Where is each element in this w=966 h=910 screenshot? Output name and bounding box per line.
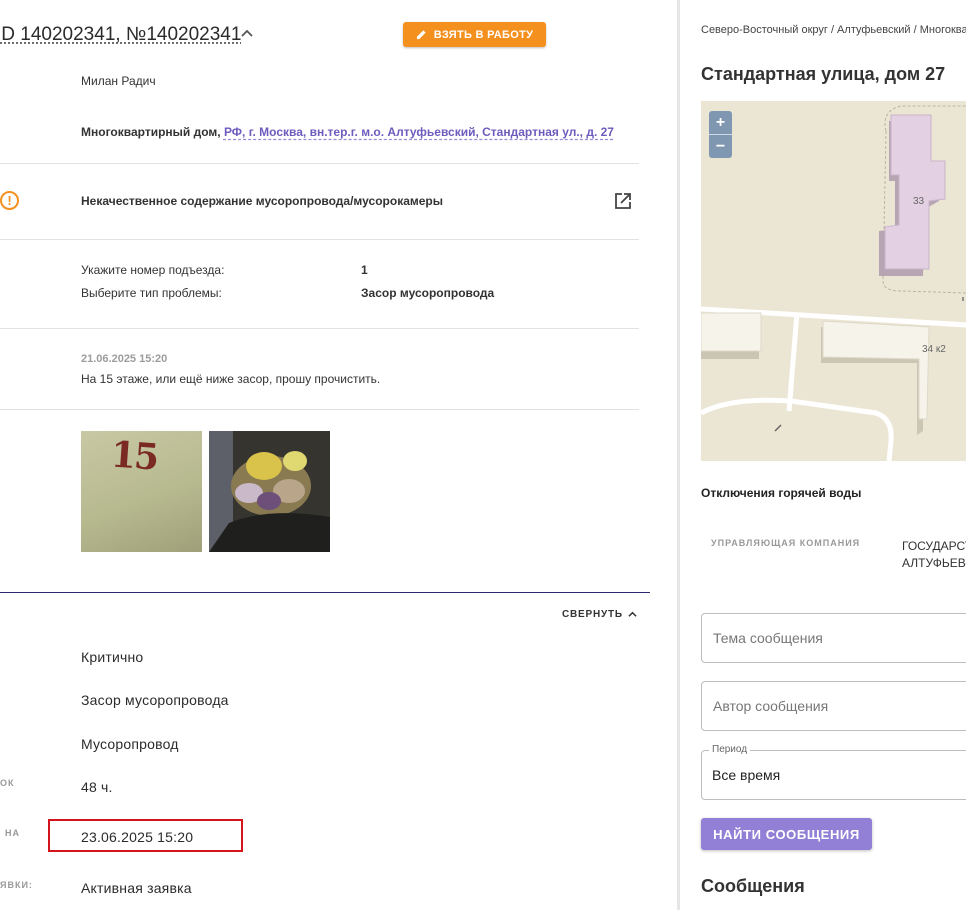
photo-thumbnail[interactable]: 15: [81, 431, 202, 552]
warning-icon: !: [0, 191, 19, 210]
address-title: Стандартная улица, дом 27: [701, 64, 946, 84]
author-field[interactable]: Автор сообщения: [701, 681, 966, 731]
map-label-34k2: 34 к2: [922, 344, 946, 355]
external-link-icon[interactable]: [614, 192, 632, 210]
highlight-box: [48, 819, 243, 852]
garbage-photo: [209, 431, 330, 552]
photo-floor-number: 15: [109, 433, 159, 479]
request-title[interactable]: ID 140202341, №140202341: [0, 24, 241, 46]
period-select[interactable]: Период Все время: [701, 744, 966, 800]
status-label: ЯВКИ:: [0, 880, 33, 890]
chevron-up-icon[interactable]: [240, 27, 254, 41]
field-label-entrance: Укажите номер подъезда:: [81, 263, 225, 277]
status-value: Активная заявка: [81, 880, 192, 896]
field-value-entrance: 1: [361, 263, 368, 277]
comment-text: На 15 этаже, или ещё ниже засор, прошу п…: [81, 372, 381, 386]
take-to-work-label: ВЗЯТЬ В РАБОТУ: [433, 28, 534, 41]
photo-thumbnail[interactable]: [209, 431, 330, 552]
breadcrumb: Северо-Восточный округ / Алтуфьевский / …: [701, 24, 966, 36]
management-company-label: УПРАВЛЯЮЩАЯ КОМПАНИЯ: [711, 538, 861, 548]
request-category: Некачественное содержание мусоропровода/…: [81, 194, 443, 208]
divider: [0, 239, 639, 240]
messages-title: Сообщения: [701, 876, 805, 896]
subject-field[interactable]: Тема сообщения: [701, 613, 966, 663]
collapse-button[interactable]: СВЕРНУТЬ: [562, 609, 637, 620]
hot-water-outages-link[interactable]: Отключения горячей воды: [701, 486, 861, 500]
zoom-control: + −: [709, 111, 732, 158]
section-divider: [0, 592, 650, 593]
management-company-line: АЛТУФЬЕВСКОГО: [902, 556, 966, 570]
chevron-up-icon: [628, 611, 637, 617]
address-link[interactable]: РФ, г. Москва, вн.тер.г. м.о. Алтуфьевск…: [224, 125, 614, 139]
management-company-line: ГОСУДАРСТВЕННОЕ: [902, 539, 966, 553]
period-value: Все время: [712, 767, 781, 783]
subject-placeholder: Тема сообщения: [713, 630, 823, 646]
comment-date: 21.06.2025 15:20: [81, 353, 168, 365]
problem-value: Засор мусоропровода: [81, 692, 229, 708]
request-panel: ID 140202341, №140202341 ВЗЯТЬ В РАБОТУ …: [0, 0, 678, 910]
deadline-value: 48 ч.: [81, 779, 113, 795]
divider: [0, 163, 639, 164]
map-canvas[interactable]: 33 34 к2: [701, 101, 966, 461]
map[interactable]: 33 34 к2 + −: [701, 101, 966, 461]
collapse-label: СВЕРНУТЬ: [562, 609, 623, 620]
request-author: Милан Радич: [81, 74, 156, 88]
building-type: Многоквартирный дом,: [81, 125, 221, 139]
priority-value: Критично: [81, 649, 144, 665]
take-to-work-button[interactable]: ВЗЯТЬ В РАБОТУ: [403, 22, 546, 47]
zoom-in-button[interactable]: +: [709, 111, 732, 134]
author-placeholder: Автор сообщения: [713, 698, 829, 714]
field-label-problem-type: Выберите тип проблемы:: [81, 286, 222, 300]
find-messages-button[interactable]: НАЙТИ СООБЩЕНИЯ: [701, 818, 872, 850]
divider: [0, 328, 639, 329]
management-company-value: ГОСУДАРСТВЕННОЕ АЛТУФЬЕВСКОГО: [902, 538, 966, 572]
field-value-problem-type: Засор мусоропровода: [361, 286, 495, 300]
due-date-label: НА: [5, 828, 20, 838]
pencil-icon: [416, 30, 426, 40]
period-label: Период: [709, 744, 751, 755]
zoom-out-button[interactable]: −: [709, 135, 732, 158]
object-value: Мусоропровод: [81, 736, 179, 752]
request-location: Многоквартирный дом, РФ, г. Москва, вн.т…: [81, 125, 614, 139]
map-label-33: 33: [913, 196, 925, 207]
address-sidebar: Северо-Восточный округ / Алтуфьевский / …: [680, 0, 966, 910]
deadline-label: ОК: [0, 778, 15, 788]
divider: [0, 409, 639, 410]
